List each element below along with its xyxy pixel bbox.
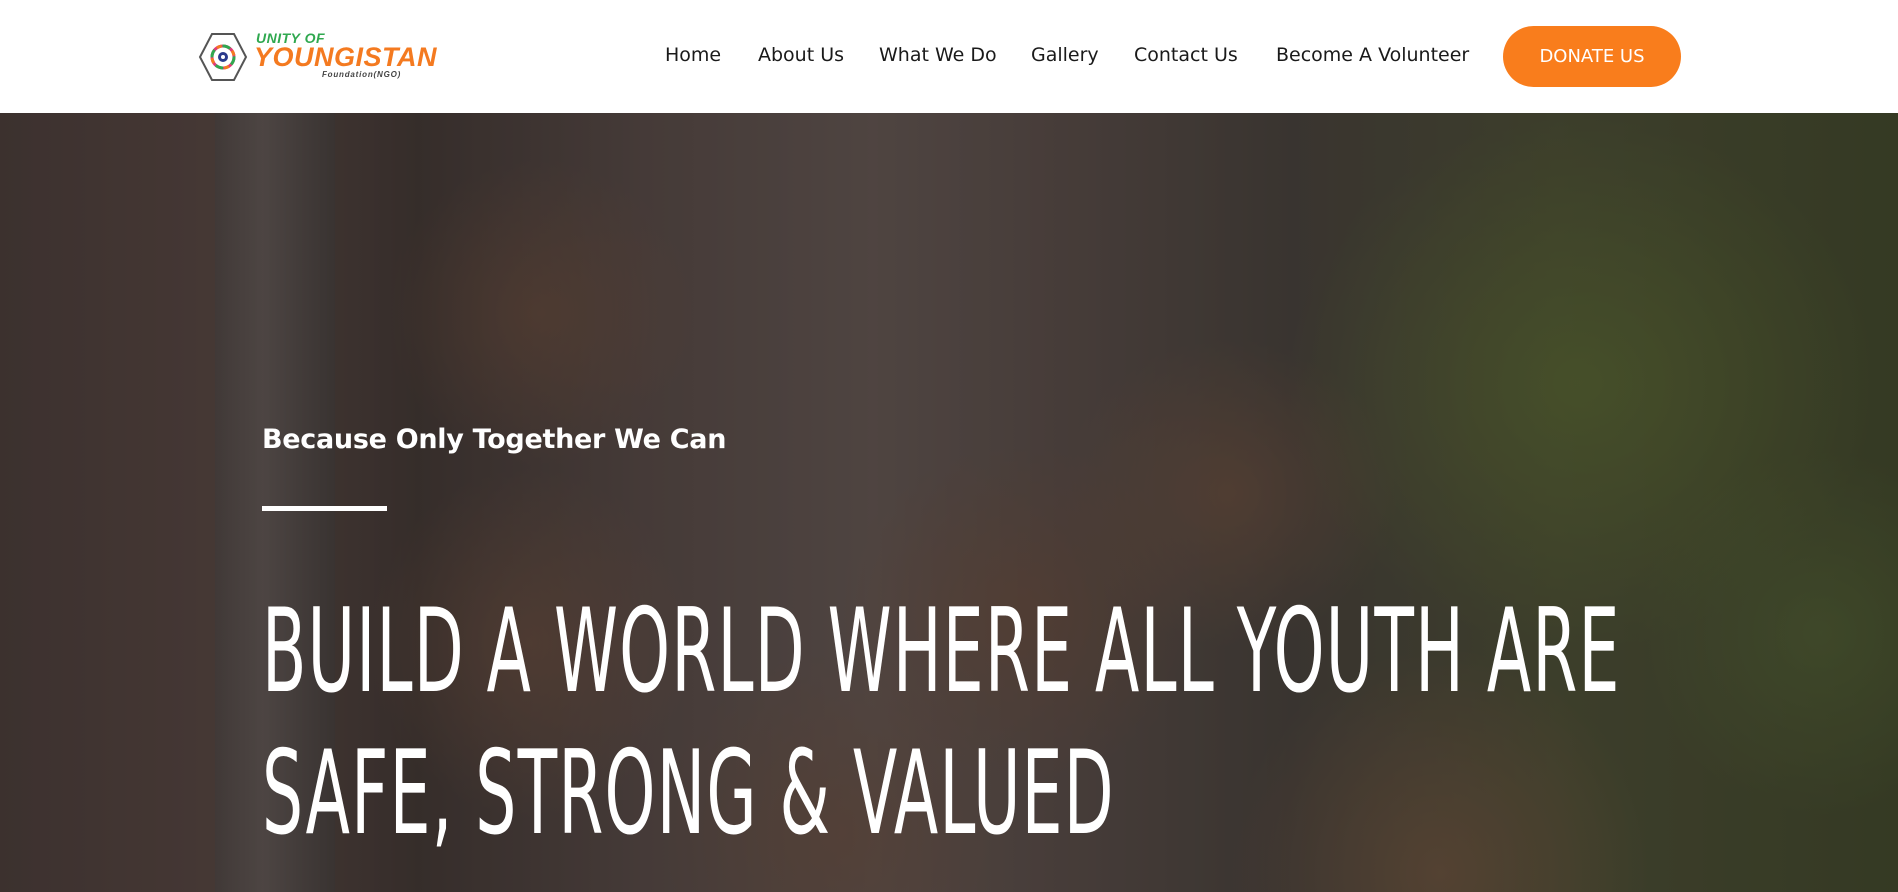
nav-contact-us[interactable]: Contact Us xyxy=(1134,44,1238,66)
hero-headline-line-2: SAFE, STRONG & VALUED xyxy=(262,726,1115,861)
donate-button[interactable]: DONATE US xyxy=(1503,26,1681,87)
hero-headline-line-1: BUILD A WORLD WHERE ALL YOUTH ARE xyxy=(262,584,1621,719)
hero-banner: Because Only Together We Can BUILD A WOR… xyxy=(0,113,1898,892)
nav-become-a-volunteer[interactable]: Become A Volunteer xyxy=(1276,44,1469,66)
nav-gallery[interactable]: Gallery xyxy=(1031,44,1099,66)
nav-what-we-do[interactable]: What We Do xyxy=(879,44,997,66)
nav-about-us[interactable]: About Us xyxy=(758,44,844,66)
logo-sub-text: Foundation(NGO) xyxy=(322,70,402,79)
site-header: UNITY OF YOUNGISTAN Foundation(NGO) Home… xyxy=(0,0,1898,113)
hero-headline: BUILD A WORLD WHERE ALL YOUTH ARE SAFE, … xyxy=(262,581,1662,865)
hero-divider xyxy=(262,506,387,511)
hero-tagline: Because Only Together We Can xyxy=(262,424,727,455)
nav-home[interactable]: Home xyxy=(665,44,721,66)
